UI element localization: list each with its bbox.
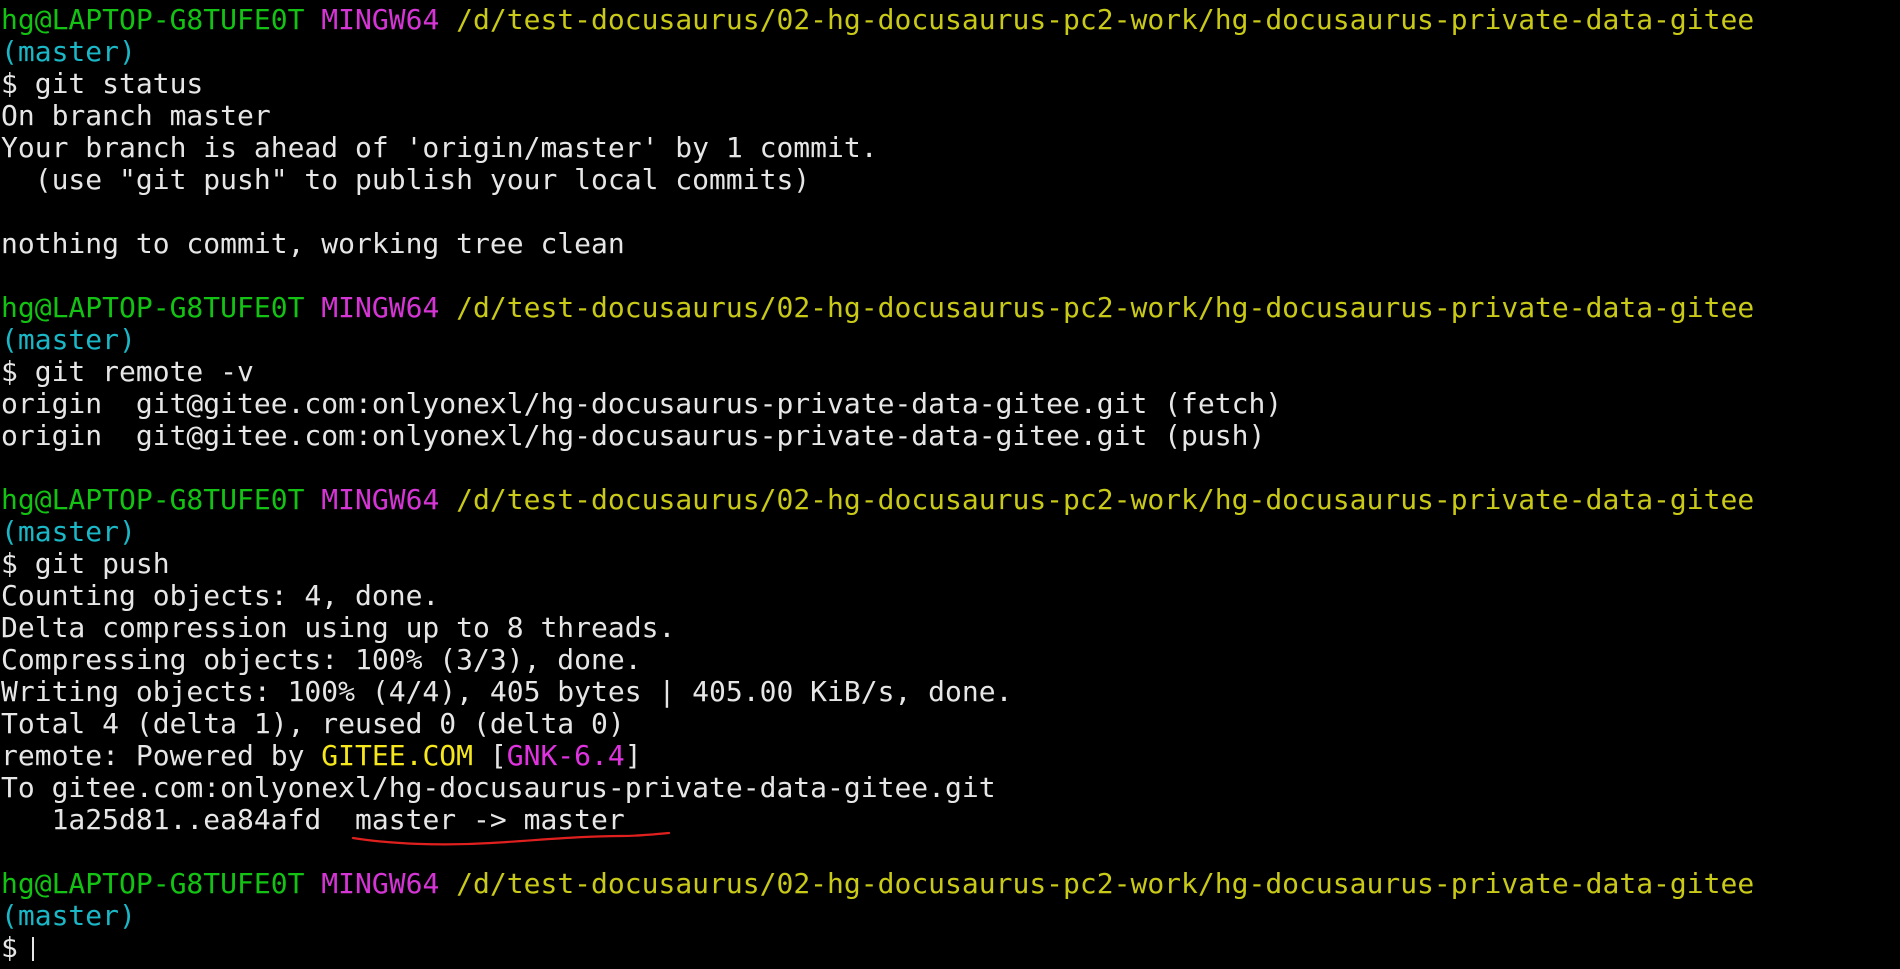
ref-names: master -> master [355, 803, 625, 836]
prompt-symbol: $ [1, 931, 18, 964]
prompt-user-host: hg@LAPTOP-G8TUFE0T [1, 483, 305, 516]
output-line: On branch master [1, 99, 271, 132]
prompt-branch: (master) [1, 35, 136, 68]
command-line: $ git remote -v [1, 356, 1900, 388]
output-line: Total 4 (delta 1), reused 0 (delta 0) [1, 707, 625, 740]
ref-names-annotated: master -> master [351, 803, 671, 846]
prompt-branch-line: (master) [1, 36, 1900, 68]
command-line: $ git push [1, 548, 1900, 580]
prompt-branch: (master) [1, 899, 136, 932]
prompt-branch-line: (master) [1, 324, 1900, 356]
command-line: $ git status [1, 68, 1900, 100]
command-text: git remote -v [34, 355, 254, 388]
bracket-close: ] [624, 739, 642, 772]
prompt-path: /d/test-docusaurus/02-hg-docusaurus-pc2-… [456, 291, 1755, 324]
command-text: git push [34, 547, 170, 580]
prompt-line: hg@LAPTOP-G8TUFE0T MINGW64 /d/test-docus… [1, 292, 1900, 324]
prompt-line: hg@LAPTOP-G8TUFE0T MINGW64 /d/test-docus… [1, 484, 1900, 516]
gnk-version: GNK-6.4 [506, 739, 625, 772]
output-line: origin git@gitee.com:onlyonexl/hg-docusa… [1, 419, 1266, 452]
prompt-line: hg@LAPTOP-G8TUFE0T MINGW64 /d/test-docus… [1, 868, 1900, 900]
output-line: Delta compression using up to 8 threads. [1, 611, 676, 644]
prompt-path: /d/test-docusaurus/02-hg-docusaurus-pc2-… [456, 3, 1755, 36]
prompt-symbol: $ [1, 547, 18, 580]
prompt-system: MINGW64 [321, 291, 440, 324]
prompt-branch: (master) [1, 515, 136, 548]
prompt-user-host: hg@LAPTOP-G8TUFE0T [1, 291, 305, 324]
prompt-symbol: $ [1, 355, 18, 388]
prompt-system: MINGW64 [321, 483, 440, 516]
remote-line: remote: Powered by GITEE.COM [GNK-6.4] [1, 740, 1900, 772]
output-line: Compressing objects: 100% (3/3), done. [1, 643, 642, 676]
output-line: (use "git push" to publish your local co… [1, 163, 811, 196]
prompt-branch: (master) [1, 323, 136, 356]
command-text: git status [34, 67, 204, 100]
prompt-system: MINGW64 [321, 867, 440, 900]
prompt-path: /d/test-docusaurus/02-hg-docusaurus-pc2-… [456, 867, 1755, 900]
terminal-window[interactable]: hg@LAPTOP-G8TUFE0T MINGW64 /d/test-docus… [0, 0, 1900, 969]
output-line: Counting objects: 4, done. [1, 579, 440, 612]
input-line[interactable]: $ [1, 932, 1900, 964]
ref-update-line: 1a25d81..ea84afd master -> master [1, 803, 1900, 846]
gitee-brand: GITEE.COM [321, 739, 474, 772]
prompt-path: /d/test-docusaurus/02-hg-docusaurus-pc2-… [456, 483, 1755, 516]
bracket-open: [ [473, 739, 507, 772]
output-line: Your branch is ahead of 'origin/master' … [1, 131, 878, 164]
prompt-symbol: $ [1, 67, 18, 100]
prompt-user-host: hg@LAPTOP-G8TUFE0T [1, 867, 305, 900]
output-line: origin git@gitee.com:onlyonexl/hg-docusa… [1, 387, 1283, 420]
remote-prefix: remote: Powered by [1, 739, 322, 772]
output-line: To gitee.com:onlyonexl/hg-docusaurus-pri… [1, 771, 996, 804]
output-line: nothing to commit, working tree clean [1, 227, 625, 260]
ref-hashes: 1a25d81..ea84afd [1, 803, 356, 836]
prompt-user-host: hg@LAPTOP-G8TUFE0T [1, 3, 305, 36]
output-line: Writing objects: 100% (4/4), 405 bytes |… [1, 675, 1013, 708]
prompt-branch-line: (master) [1, 516, 1900, 548]
prompt-line: hg@LAPTOP-G8TUFE0T MINGW64 /d/test-docus… [1, 4, 1900, 36]
prompt-system: MINGW64 [321, 3, 440, 36]
prompt-branch-line: (master) [1, 900, 1900, 932]
text-cursor [31, 937, 34, 961]
